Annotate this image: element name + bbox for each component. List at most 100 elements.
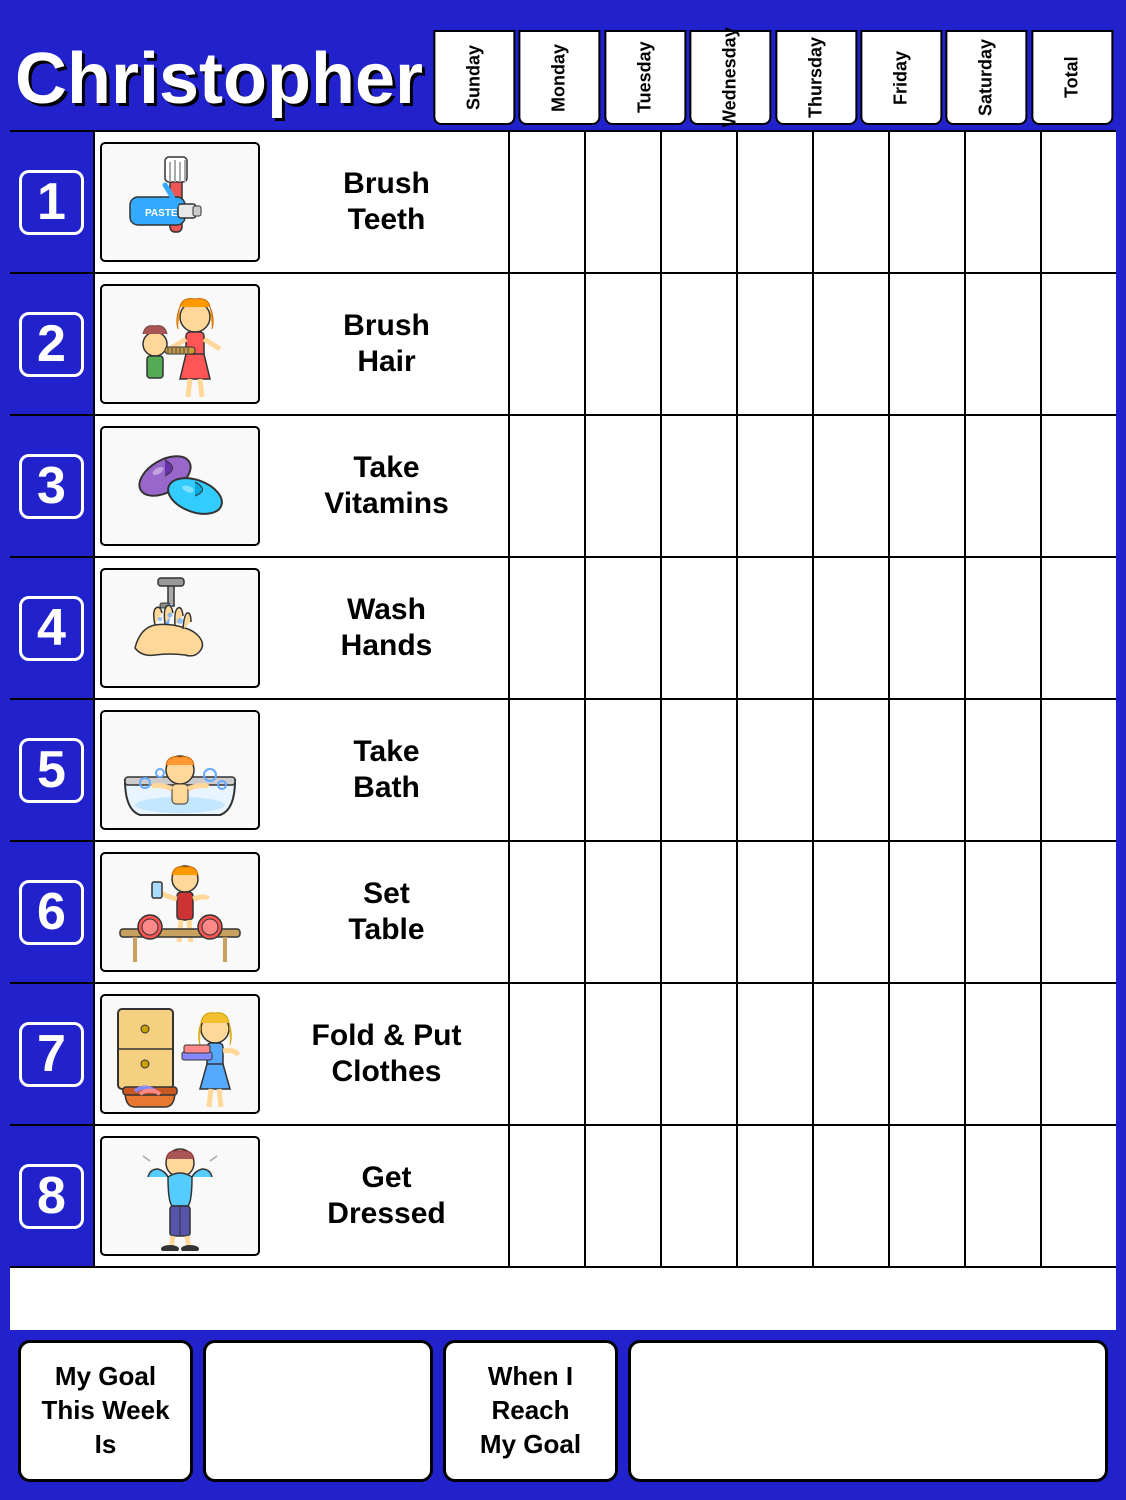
day-tab-thursday: Thursday	[775, 30, 857, 125]
day-tab-tuesday: Tuesday	[604, 30, 686, 125]
check-cell-4-1[interactable]	[586, 700, 662, 840]
check-cell-1-6[interactable]	[966, 274, 1042, 414]
check-cell-2-5[interactable]	[890, 416, 966, 556]
check-cell-3-5[interactable]	[890, 558, 966, 698]
number-badge: 3	[19, 454, 84, 519]
take-bath-icon	[100, 710, 260, 830]
task-cell-2: Take Vitamins	[95, 416, 510, 556]
task-label-7: Get Dressed	[270, 1160, 503, 1232]
check-cell-0-4[interactable]	[814, 132, 890, 272]
check-cell-1-2[interactable]	[662, 274, 738, 414]
chore-row: 1 PASTE Brush Teeth	[10, 130, 1116, 274]
check-cell-7-4[interactable]	[814, 1126, 890, 1266]
check-cell-2-6[interactable]	[966, 416, 1042, 556]
task-cell-0: PASTE Brush Teeth	[95, 132, 510, 272]
check-cell-6-2[interactable]	[662, 984, 738, 1124]
check-cell-3-3[interactable]	[738, 558, 814, 698]
day-cells-row-0	[510, 132, 1116, 272]
check-cell-2-3[interactable]	[738, 416, 814, 556]
check-cell-7-3[interactable]	[738, 1126, 814, 1266]
check-cell-0-2[interactable]	[662, 132, 738, 272]
check-cell-7-1[interactable]	[586, 1126, 662, 1266]
number-cell-4: 4	[10, 558, 95, 698]
check-cell-4-0[interactable]	[510, 700, 586, 840]
task-label-5: Set Table	[270, 876, 503, 948]
day-cells-row-1	[510, 274, 1116, 414]
number-cell-7: 7	[10, 984, 95, 1124]
check-cell-6-3[interactable]	[738, 984, 814, 1124]
svg-text:PASTE: PASTE	[145, 208, 178, 219]
goal-label-text: My Goal This Week Is	[33, 1352, 177, 1469]
check-cell-0-6[interactable]	[966, 132, 1042, 272]
reach-label-text: When I Reach My Goal	[472, 1352, 589, 1469]
reach-value-box[interactable]	[628, 1340, 1108, 1482]
task-label-0: Brush Teeth	[270, 166, 503, 238]
goal-value-box[interactable]	[203, 1340, 433, 1482]
check-cell-1-5[interactable]	[890, 274, 966, 414]
check-cell-0-5[interactable]	[890, 132, 966, 272]
task-cell-6: Fold & Put Clothes	[95, 984, 510, 1124]
check-cell-5-1[interactable]	[586, 842, 662, 982]
check-cell-3-2[interactable]	[662, 558, 738, 698]
task-label-6: Fold & Put Clothes	[270, 1018, 503, 1090]
check-cell-7-6[interactable]	[966, 1126, 1042, 1266]
check-cell-3-1[interactable]	[586, 558, 662, 698]
number-cell-8: 8	[10, 1126, 95, 1266]
reach-label-box: When I Reach My Goal	[443, 1340, 618, 1482]
check-cell-4-5[interactable]	[890, 700, 966, 840]
check-cell-1-1[interactable]	[586, 274, 662, 414]
check-cell-2-4[interactable]	[814, 416, 890, 556]
check-cell-3-7[interactable]	[1042, 558, 1116, 698]
chore-grid: 1 PASTE Brush Teeth2	[10, 130, 1116, 1330]
check-cell-6-5[interactable]	[890, 984, 966, 1124]
check-cell-4-6[interactable]	[966, 700, 1042, 840]
check-cell-1-4[interactable]	[814, 274, 890, 414]
check-cell-4-7[interactable]	[1042, 700, 1116, 840]
main-container: Christopher SundayMondayTuesdayWednesday…	[0, 0, 1126, 1500]
check-cell-2-1[interactable]	[586, 416, 662, 556]
check-cell-7-0[interactable]	[510, 1126, 586, 1266]
check-cell-3-4[interactable]	[814, 558, 890, 698]
check-cell-2-2[interactable]	[662, 416, 738, 556]
check-cell-4-3[interactable]	[738, 700, 814, 840]
check-cell-1-0[interactable]	[510, 274, 586, 414]
check-cell-4-2[interactable]	[662, 700, 738, 840]
check-cell-0-3[interactable]	[738, 132, 814, 272]
check-cell-7-5[interactable]	[890, 1126, 966, 1266]
check-cell-5-3[interactable]	[738, 842, 814, 982]
day-tab-saturday: Saturday	[945, 30, 1027, 125]
check-cell-1-3[interactable]	[738, 274, 814, 414]
check-cell-5-0[interactable]	[510, 842, 586, 982]
number-badge: 8	[19, 1164, 84, 1229]
goal-label-box: My Goal This Week Is	[18, 1340, 193, 1482]
check-cell-5-5[interactable]	[890, 842, 966, 982]
day-cells-row-2	[510, 416, 1116, 556]
check-cell-7-2[interactable]	[662, 1126, 738, 1266]
check-cell-2-0[interactable]	[510, 416, 586, 556]
check-cell-1-7[interactable]	[1042, 274, 1116, 414]
header: Christopher SundayMondayTuesdayWednesday…	[10, 10, 1116, 130]
task-cell-4: Take Bath	[95, 700, 510, 840]
check-cell-5-2[interactable]	[662, 842, 738, 982]
check-cell-3-6[interactable]	[966, 558, 1042, 698]
check-cell-6-4[interactable]	[814, 984, 890, 1124]
check-cell-0-1[interactable]	[586, 132, 662, 272]
task-cell-3: Wash Hands	[95, 558, 510, 698]
check-cell-5-7[interactable]	[1042, 842, 1116, 982]
check-cell-0-0[interactable]	[510, 132, 586, 272]
check-cell-4-4[interactable]	[814, 700, 890, 840]
check-cell-5-4[interactable]	[814, 842, 890, 982]
check-cell-2-7[interactable]	[1042, 416, 1116, 556]
day-cells-row-4	[510, 700, 1116, 840]
check-cell-7-7[interactable]	[1042, 1126, 1116, 1266]
check-cell-5-6[interactable]	[966, 842, 1042, 982]
check-cell-0-7[interactable]	[1042, 132, 1116, 272]
check-cell-6-1[interactable]	[586, 984, 662, 1124]
check-cell-3-0[interactable]	[510, 558, 586, 698]
chore-row: 5 Take Bath	[10, 700, 1116, 842]
check-cell-6-7[interactable]	[1042, 984, 1116, 1124]
take-vitamins-icon	[100, 426, 260, 546]
number-cell-1: 1	[10, 132, 95, 272]
check-cell-6-0[interactable]	[510, 984, 586, 1124]
check-cell-6-6[interactable]	[966, 984, 1042, 1124]
